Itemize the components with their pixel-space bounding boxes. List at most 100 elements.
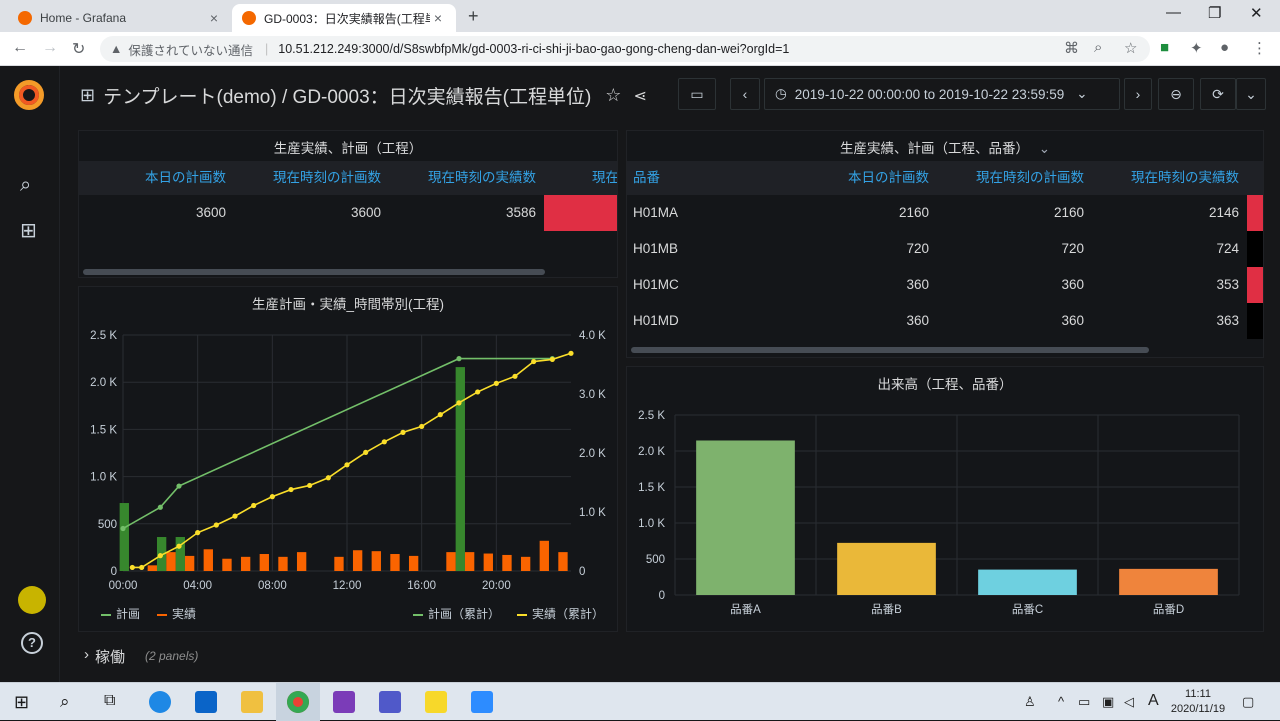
table-header: 本日の計画数 現在時刻の計画数 現在時刻の実績数 現在 — [79, 161, 617, 195]
output-bar-chart[interactable]: 0 500 1.0 K 1.5 K 2.0 K 2.5 K 品番A 品番B 品番C 品番D — [627, 397, 1265, 633]
share-icon[interactable]: ⋖ — [633, 86, 646, 106]
onenote-icon[interactable] — [333, 691, 355, 713]
star-icon[interactable]: ☆ — [605, 85, 621, 106]
extensions-puzzle-icon[interactable]: ✦ — [1190, 39, 1203, 57]
column-header[interactable]: 現在時刻の計画数 — [937, 161, 1092, 195]
chevron-down-icon[interactable]: ⌄ — [1039, 141, 1050, 156]
x-tick-label: 00:00 — [109, 580, 138, 592]
status-cell — [544, 195, 617, 231]
dashboard-title-group[interactable]: ⊞ テンプレート(demo) / GD-0003：日次実績報告(工程単位) ☆ … — [80, 82, 647, 109]
edge-icon[interactable] — [149, 691, 171, 713]
column-header[interactable]: 現在 — [544, 161, 617, 195]
dashboards-grid-icon[interactable]: ⊞ — [20, 218, 37, 243]
column-header[interactable]: 現在時刻の実績数 — [1092, 161, 1247, 195]
column-header[interactable]: 本日の計画数 — [79, 161, 234, 195]
browser-tab-home[interactable]: Home - Grafana × — [8, 4, 232, 32]
reload-icon[interactable]: ↻ — [72, 39, 85, 59]
zoom-out-button[interactable]: ⊖ — [1158, 78, 1194, 110]
cell-plan-now: 720 — [1061, 241, 1084, 256]
horizontal-scrollbar[interactable] — [631, 347, 1149, 353]
forward-icon[interactable]: → — [42, 39, 58, 57]
legend-item-plan-cumulative[interactable]: 計画（累計） — [413, 605, 500, 622]
bar-actual — [446, 552, 456, 571]
panel-title[interactable]: 生産実績、計画（工程） — [79, 137, 617, 157]
close-tab-icon[interactable]: × — [430, 10, 446, 26]
legend-item-plan[interactable]: 計画 — [101, 605, 140, 622]
network-icon[interactable]: ▣ — [1102, 694, 1114, 710]
avatar[interactable] — [18, 586, 46, 614]
translate-icon[interactable]: ⌘ — [1064, 39, 1079, 57]
panel-title[interactable]: 生産計画・実績_時間帯別(工程) — [79, 293, 617, 313]
outlook-icon[interactable] — [195, 691, 217, 713]
column-header[interactable]: 現在時刻の計画数 — [234, 161, 389, 195]
teams-icon[interactable] — [379, 691, 401, 713]
chevron-right-icon[interactable]: › — [84, 646, 89, 663]
tv-mode-button[interactable]: ▭ — [678, 78, 716, 110]
refresh-button[interactable]: ⟳ — [1200, 78, 1236, 110]
close-tab-icon[interactable]: × — [206, 10, 222, 26]
actual-cumulative-point — [400, 429, 406, 435]
maximize-icon[interactable]: ❐ — [1208, 4, 1221, 22]
browser-tab-dashboard[interactable]: GD-0003：日次実績報告(工程単 × — [232, 4, 456, 32]
minimize-icon[interactable]: — — [1166, 4, 1181, 21]
bar-actual — [464, 552, 475, 571]
bar-actual — [558, 552, 568, 571]
close-window-icon[interactable]: ✕ — [1250, 4, 1263, 22]
bar-actual — [539, 540, 549, 571]
y-left-tick-label: 0 — [111, 566, 117, 578]
legend-item-actual[interactable]: 実績 — [157, 605, 196, 622]
column-header[interactable]: 現在時刻の実績数 — [389, 161, 544, 195]
new-tab-button[interactable]: + — [468, 6, 479, 27]
back-icon[interactable]: ← — [12, 39, 28, 57]
file-explorer-icon[interactable] — [241, 691, 263, 713]
row-panel-count: (2 panels) — [145, 649, 199, 663]
url-path: :3000/d/S8swbfpMk/gd-0003-ri-ci-shi-ji-b… — [358, 42, 790, 56]
time-range-picker[interactable]: ◷ 2019-10-22 00:00:00 to 2019-10-22 23:5… — [764, 78, 1120, 110]
system-clock[interactable]: 11:11 2020/11/19 — [1162, 687, 1234, 717]
ime-indicator[interactable]: A — [1148, 692, 1159, 710]
bookmark-star-icon[interactable]: ☆ — [1124, 39, 1137, 57]
time-back-button[interactable]: ‹ — [730, 78, 760, 110]
zoom-app-icon[interactable] — [471, 691, 493, 713]
refresh-interval-button[interactable]: ⌄ — [1236, 78, 1266, 110]
search-icon[interactable]: ⌕ — [20, 174, 31, 197]
help-icon[interactable]: ? — [21, 632, 43, 654]
task-view-icon[interactable]: ⧉ — [104, 692, 115, 710]
collapsed-row-operation[interactable]: › 稼働 (2 panels) — [78, 642, 1268, 670]
profile-icon[interactable]: ● — [1220, 39, 1229, 56]
column-header[interactable]: 本日の計画数 — [782, 161, 937, 195]
windows-start-icon[interactable]: ⊞ — [14, 692, 29, 713]
notification-icon[interactable]: ▢ — [1242, 694, 1254, 710]
bar-actual — [203, 549, 213, 571]
grafana-logo-icon[interactable] — [14, 80, 44, 110]
extension-sheets-icon[interactable]: ■ — [1160, 39, 1169, 56]
column-header[interactable]: 品番 — [627, 161, 782, 195]
panel-title-group[interactable]: 生産実績、計画（工程、品番） ⌄ — [627, 137, 1263, 157]
bar-actual — [371, 551, 381, 571]
chevron-up-icon[interactable]: ^ — [1058, 694, 1064, 709]
security-label: 保護されていない通信 — [128, 43, 254, 58]
chrome-icon[interactable] — [287, 691, 309, 713]
panel-title[interactable]: 生産実績、計画（工程、品番） — [840, 141, 1029, 156]
actual-cumulative-point — [531, 358, 537, 365]
horizontal-scrollbar[interactable] — [83, 269, 545, 275]
actual-cumulative-point — [139, 564, 145, 571]
sticky-notes-icon[interactable] — [425, 691, 447, 713]
browser-menu-icon[interactable]: ⋮ — [1252, 39, 1267, 57]
people-icon[interactable]: ♙ — [1024, 694, 1036, 710]
volume-icon[interactable]: ◁ — [1124, 694, 1134, 710]
bar-actual — [334, 556, 344, 571]
search-icon[interactable]: ⌕ — [60, 692, 70, 712]
time-forward-button[interactable]: › — [1124, 78, 1152, 110]
battery-icon[interactable]: ▭ — [1078, 694, 1090, 710]
hourly-chart[interactable]: 0 500 1.0 K 1.5 K 2.0 K 2.5 K 0 1.0 K 2.0 K 3.0 K… — [79, 317, 619, 617]
page-title[interactable]: テンプレート(demo) / GD-0003：日次実績報告(工程単位) — [103, 82, 591, 109]
zoom-icon[interactable]: ⌕ — [1094, 39, 1102, 56]
panel-title[interactable]: 出来高（工程、品番） — [627, 373, 1263, 393]
actual-cumulative-point — [419, 423, 425, 430]
row-title[interactable]: 稼働 — [95, 646, 125, 667]
legend-item-actual-cumulative[interactable]: 実績（累計） — [517, 605, 604, 622]
chevron-right-icon: › — [1135, 86, 1141, 102]
bar-actual — [390, 554, 400, 571]
url-input[interactable]: ▲ 保護されていない通信 | 10.51.212.249:3000/d/S8sw… — [100, 36, 1150, 62]
